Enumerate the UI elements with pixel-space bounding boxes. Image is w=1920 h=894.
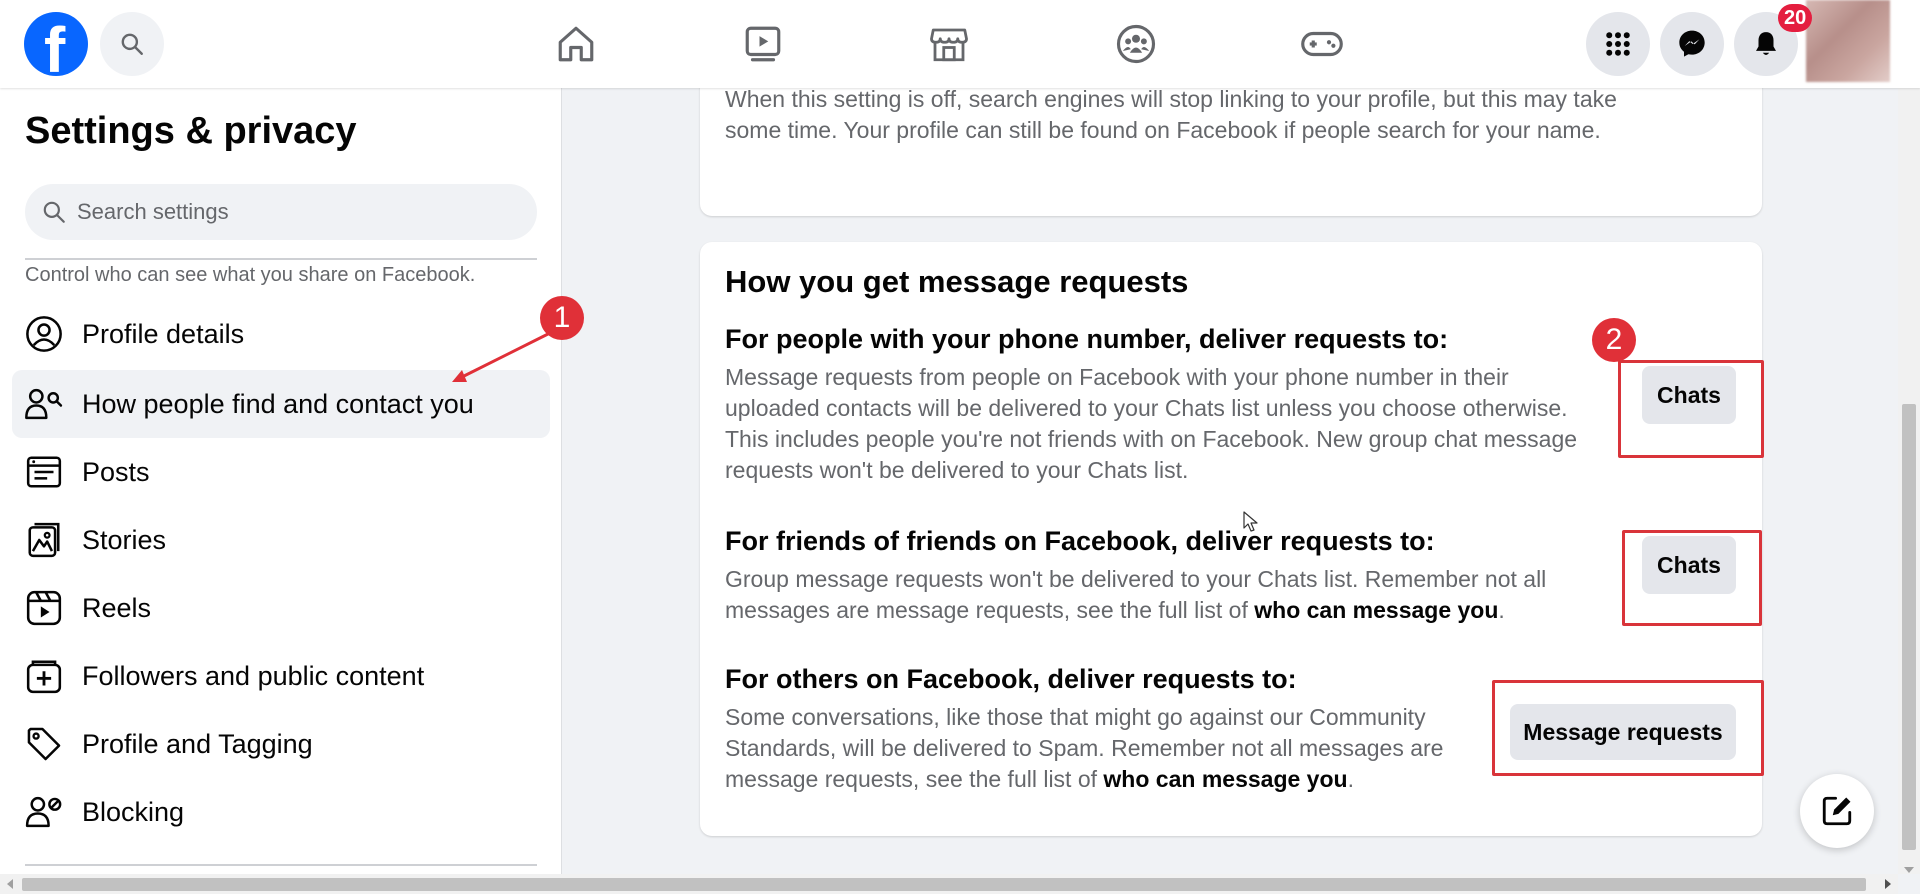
marketplace-icon [930, 28, 968, 62]
stories-icon [28, 522, 60, 558]
sidebar-item-label: Profile and Tagging [82, 728, 313, 759]
sidebar-item-label: How people find and contact you [82, 388, 474, 419]
nav-groups[interactable] [1108, 18, 1164, 70]
settings-search-box[interactable] [25, 184, 537, 240]
nav-gaming[interactable] [1294, 18, 1350, 70]
who-can-message-you-link[interactable]: who can message you [1103, 766, 1347, 792]
grid-menu-icon [1606, 32, 1630, 56]
messenger-icon [1679, 30, 1705, 57]
others-section-description: Some conversations, like those that migh… [725, 702, 1485, 795]
nav-home[interactable] [548, 18, 604, 70]
sidebar-item-label: Followers and public content [82, 660, 425, 691]
compose-icon [1822, 796, 1852, 826]
sidebar-item-stories[interactable]: Stories [12, 506, 550, 574]
friends-of-friends-section-title: For friends of friends on Facebook, deli… [725, 526, 1435, 556]
facebook-logo[interactable]: f [24, 12, 88, 76]
sidebar-item-posts[interactable]: Posts [12, 438, 550, 506]
scroll-left-arrow-icon[interactable] [6, 878, 14, 890]
settings-sidebar: Settings & privacy Control who can see w… [0, 88, 562, 874]
sidebar-title: Settings & privacy [25, 110, 357, 152]
annotation-highlight-box [1492, 680, 1764, 776]
search-engine-description: When this setting is off, search engines… [725, 86, 1617, 143]
bell-icon [1756, 32, 1776, 55]
annotation-marker-1: 1 [540, 296, 584, 340]
messenger-button[interactable] [1660, 12, 1724, 76]
message-requests-heading: How you get message requests [725, 264, 1189, 299]
reels-icon [26, 590, 62, 626]
search-engine-card: When this setting is off, search engines… [700, 70, 1762, 216]
facebook-logo-letter: f [44, 14, 66, 76]
sidebar-item-how-people-find-you[interactable]: How people find and contact you [12, 370, 550, 438]
block-user-icon [25, 796, 62, 828]
home-icon [558, 26, 594, 62]
who-can-message-you-link[interactable]: who can message you [1254, 597, 1498, 623]
sidebar-item-reels[interactable]: Reels [12, 574, 550, 642]
annotation-highlight-box [1622, 530, 1762, 626]
description-suffix: . [1498, 597, 1505, 623]
sidebar-item-profile-details[interactable]: Profile details [12, 300, 550, 368]
nav-video[interactable] [735, 18, 791, 70]
others-section-title: For others on Facebook, deliver requests… [725, 664, 1297, 694]
people-search-icon [25, 388, 63, 420]
sidebar-item-label: Posts [82, 456, 150, 487]
sidebar-divider [25, 864, 537, 866]
gaming-controller-icon [1301, 31, 1343, 57]
top-search-button[interactable] [100, 12, 164, 76]
new-message-button[interactable] [1800, 774, 1874, 848]
sidebar-item-label: Blocking [82, 796, 185, 827]
scroll-down-arrow-icon[interactable] [1903, 866, 1915, 874]
sidebar-item-blocking[interactable]: Blocking [12, 778, 550, 846]
person-icon [26, 316, 62, 352]
settings-search-input[interactable] [77, 199, 497, 225]
phone-number-section-title: For people with your phone number, deliv… [725, 324, 1449, 354]
friends-of-friends-section-description: Group message requests won't be delivere… [725, 564, 1605, 626]
phone-number-section-description: Message requests from people on Facebook… [725, 364, 1578, 483]
account-avatar[interactable] [1806, 0, 1890, 82]
vertical-scrollbar-thumb[interactable] [1902, 404, 1916, 850]
sidebar-item-profile-tagging[interactable]: Profile and Tagging [12, 710, 550, 778]
tag-icon [27, 727, 61, 761]
followers-icon [26, 660, 62, 694]
scroll-right-arrow-icon[interactable] [1884, 878, 1892, 890]
nav-marketplace[interactable] [921, 18, 977, 70]
sidebar-item-followers[interactable]: Followers and public content [12, 642, 550, 710]
sidebar-divider [25, 258, 537, 260]
sidebar-item-label: Reels [82, 592, 152, 623]
top-navigation-bar: f 20 [0, 0, 1920, 88]
horizontal-scrollbar-thumb[interactable] [22, 878, 1866, 891]
description-suffix: . [1347, 766, 1354, 792]
video-icon [745, 26, 781, 62]
sidebar-item-label: Stories [82, 524, 167, 555]
search-icon [43, 201, 65, 223]
mouse-cursor-icon [1243, 511, 1258, 532]
groups-icon [1116, 24, 1156, 64]
notification-count-badge: 20 [1778, 4, 1813, 32]
menu-button[interactable] [1586, 12, 1650, 76]
sidebar-item-label: Profile details [82, 318, 245, 349]
annotation-highlight-box [1618, 360, 1764, 458]
search-icon [121, 33, 143, 55]
posts-icon [26, 456, 62, 488]
sidebar-description: Control who can see what you share on Fa… [25, 264, 476, 286]
annotation-marker-2: 2 [1592, 318, 1636, 362]
